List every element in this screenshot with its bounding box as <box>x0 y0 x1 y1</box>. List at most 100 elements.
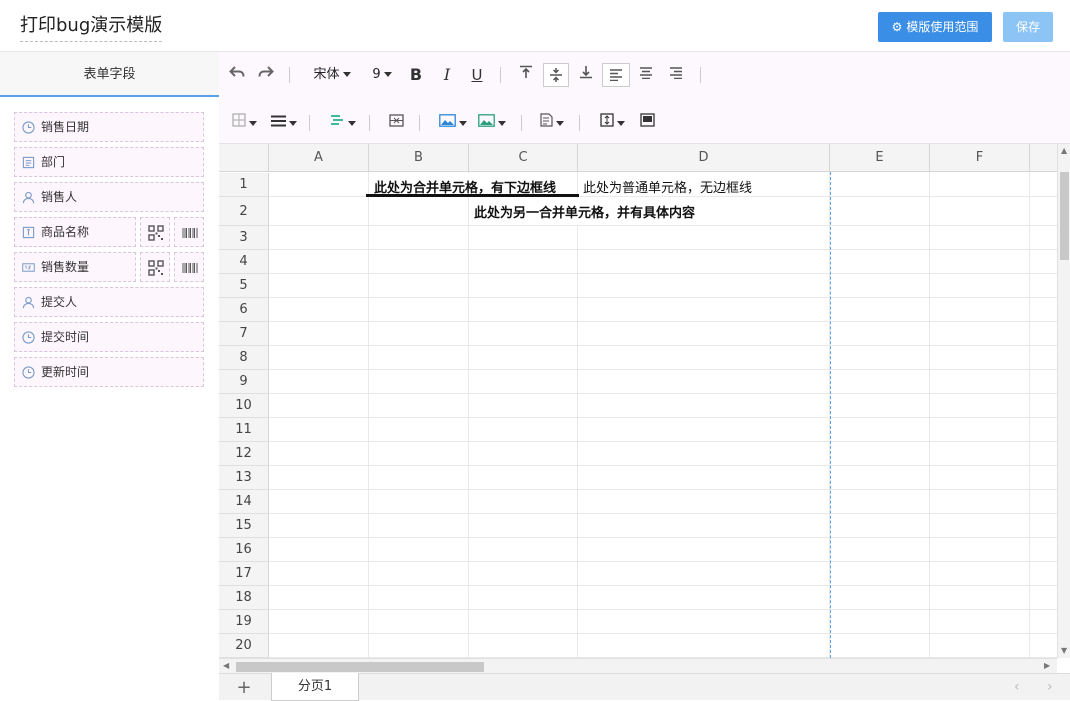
field-submitter[interactable]: 提交人 <box>14 287 204 317</box>
border-select[interactable] <box>229 113 259 133</box>
background-image-select[interactable] <box>476 113 508 133</box>
column-header-e[interactable]: E <box>830 144 930 172</box>
fill-color-select[interactable] <box>327 113 357 133</box>
select-all-corner[interactable] <box>219 144 269 172</box>
row-gridline <box>269 345 1057 346</box>
align-right-icon[interactable] <box>666 65 686 85</box>
row-header-13[interactable]: 13 <box>219 466 269 490</box>
save-button[interactable]: 保存 <box>1003 12 1053 42</box>
row-gridline <box>269 513 1057 514</box>
border-style-select[interactable] <box>269 113 299 133</box>
row-header-10[interactable]: 10 <box>219 394 269 418</box>
field-salesperson[interactable]: 销售人 <box>14 182 204 212</box>
cell-d1-text[interactable]: 此处为普通单元格，无边框线 <box>583 177 752 196</box>
row-gridline <box>269 225 1057 226</box>
template-scope-label: 模版使用范围 <box>906 20 979 34</box>
row-header-4[interactable]: 4 <box>219 250 269 274</box>
border-icon <box>231 113 246 127</box>
field-department[interactable]: 部门 <box>14 147 204 177</box>
tab-next-icon[interactable]: › <box>1047 679 1053 695</box>
align-bottom-icon[interactable] <box>576 65 596 85</box>
tab-prev-icon[interactable]: ‹ <box>1014 679 1020 695</box>
row-header-16[interactable]: 16 <box>219 538 269 562</box>
field-update-time[interactable]: 更新时间 <box>14 357 204 387</box>
horizontal-scrollbar[interactable]: ◀ ▶ <box>219 658 1057 673</box>
text-format-select[interactable] <box>537 113 567 133</box>
field-product-name[interactable]: 商品名称 <box>14 217 136 247</box>
row-header-8[interactable]: 8 <box>219 346 269 370</box>
scroll-down-icon[interactable]: ▼ <box>1061 646 1067 655</box>
font-size-select[interactable]: 9 <box>365 65 399 85</box>
column-header-f[interactable]: F <box>930 144 1030 172</box>
column-header-c[interactable]: C <box>469 144 578 172</box>
row-header-11[interactable]: 11 <box>219 418 269 442</box>
product-name-qrcode-button[interactable] <box>140 217 170 247</box>
row-header-17[interactable]: 17 <box>219 562 269 586</box>
row-header-7[interactable]: 7 <box>219 322 269 346</box>
underline-icon[interactable]: U <box>467 65 487 85</box>
spreadsheet-grid[interactable]: ABCDEF 1 2 3 4 5 6 7 8 9 10 11 12 13 14 15 16 17 18 19 20 此… <box>219 144 1057 658</box>
form-fields-heading[interactable]: 表单字段 <box>0 52 219 97</box>
row-height-select[interactable] <box>597 113 627 133</box>
user-icon <box>22 296 35 309</box>
row-header-2[interactable]: 2 <box>219 197 269 226</box>
bold-icon[interactable]: B <box>406 65 426 85</box>
product-name-barcode-button[interactable] <box>174 217 204 247</box>
horizontal-scroll-thumb[interactable] <box>236 662 484 672</box>
undo-icon[interactable] <box>227 65 247 85</box>
row-gridline <box>269 321 1057 322</box>
text-field-icon <box>22 226 35 239</box>
italic-icon[interactable]: I <box>437 65 457 85</box>
merge-cells-icon[interactable] <box>385 113 407 133</box>
row-gridline <box>269 633 1057 634</box>
row-gridline <box>269 369 1057 370</box>
insert-image-select[interactable] <box>437 113 469 133</box>
scroll-right-icon[interactable]: ▶ <box>1044 661 1050 670</box>
align-left-icon[interactable] <box>602 63 630 87</box>
scroll-up-icon[interactable]: ▲ <box>1061 146 1067 155</box>
chevron-down-icon <box>347 120 356 126</box>
field-sales-quantity[interactable]: 销售数量 <box>14 252 136 282</box>
chevron-down-icon <box>459 120 467 126</box>
sales-quantity-barcode-button[interactable] <box>174 252 204 282</box>
row-header-6[interactable]: 6 <box>219 298 269 322</box>
sales-quantity-qrcode-button[interactable] <box>140 252 170 282</box>
row-header-15[interactable]: 15 <box>219 514 269 538</box>
align-top-icon[interactable] <box>516 65 536 85</box>
row-header-5[interactable]: 5 <box>219 274 269 298</box>
tab-page-1[interactable]: 分页1 <box>271 673 359 701</box>
row-header-18[interactable]: 18 <box>219 586 269 610</box>
clock-icon <box>22 121 35 134</box>
field-submit-time[interactable]: 提交时间 <box>14 322 204 352</box>
toolbar-divider <box>700 67 701 83</box>
add-sheet-button[interactable]: + <box>219 674 269 701</box>
vertical-scrollbar[interactable]: ▲ ▼ <box>1057 144 1070 658</box>
department-icon <box>22 156 35 169</box>
row-header-19[interactable]: 19 <box>219 610 269 634</box>
font-family-select[interactable]: 宋体 <box>304 65 360 85</box>
gear-icon: ⚙ <box>891 20 903 34</box>
field-label: 提交时间 <box>41 330 90 344</box>
align-middle-icon[interactable] <box>543 63 569 87</box>
row-header-1[interactable]: 1 <box>219 173 269 197</box>
column-header-a[interactable]: A <box>269 144 369 172</box>
page-setup-icon[interactable] <box>637 113 657 133</box>
row-header-14[interactable]: 14 <box>219 490 269 514</box>
border-style-icon <box>271 115 286 127</box>
column-header-b[interactable]: B <box>369 144 469 172</box>
row-header-12[interactable]: 12 <box>219 442 269 466</box>
vertical-scroll-thumb[interactable] <box>1060 172 1069 260</box>
align-center-icon[interactable] <box>636 65 656 85</box>
redo-icon[interactable] <box>256 65 276 85</box>
field-sales-date[interactable]: 销售日期 <box>14 112 204 142</box>
column-header-d[interactable]: D <box>578 144 830 172</box>
row-header-9[interactable]: 9 <box>219 370 269 394</box>
row-gridline <box>269 273 1057 274</box>
template-title[interactable]: 打印bug演示模版 <box>20 14 163 42</box>
row-header-20[interactable]: 20 <box>219 634 269 658</box>
template-scope-button[interactable]: ⚙ 模版使用范围 <box>878 12 992 42</box>
merged-cell-c2-d2-text: 此处为另一合并单元格，并有具体内容 <box>474 206 696 221</box>
row-header-3[interactable]: 3 <box>219 226 269 250</box>
scroll-left-icon[interactable]: ◀ <box>223 661 229 670</box>
toolbar-divider <box>500 67 501 83</box>
